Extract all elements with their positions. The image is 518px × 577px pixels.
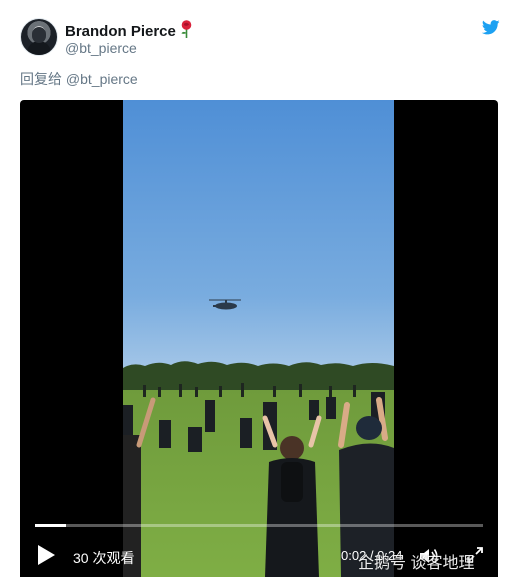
play-icon[interactable] <box>35 543 57 567</box>
reply-prefix: 回复给 <box>20 71 62 87</box>
reply-context: 回复给 @bt_pierce <box>20 69 138 89</box>
foreground-person-center <box>262 415 322 577</box>
tweet-header: Brandon Pierce @bt_pierce <box>20 16 500 60</box>
watermark-text: 企鹅号 谈客地理 <box>358 555 475 572</box>
progress-track[interactable] <box>35 524 483 527</box>
progress-fill <box>35 524 67 527</box>
video-player[interactable]: 30 次观看 0:02 / 0:24 <box>20 100 498 577</box>
sky <box>123 100 394 380</box>
reply-handle[interactable]: @bt_pierce <box>66 71 138 87</box>
video-frame[interactable] <box>123 100 394 577</box>
avatar[interactable] <box>20 18 58 56</box>
view-count: 30 次观看 <box>73 550 135 566</box>
author-handle[interactable]: @bt_pierce <box>65 40 137 56</box>
avatar-face <box>32 27 46 43</box>
twitter-bird-icon[interactable] <box>481 20 500 40</box>
rose-icon <box>180 20 193 42</box>
author-name-row[interactable]: Brandon Pierce <box>65 20 193 42</box>
author-name[interactable]: Brandon Pierce <box>65 23 176 40</box>
avatar-body <box>27 41 51 55</box>
